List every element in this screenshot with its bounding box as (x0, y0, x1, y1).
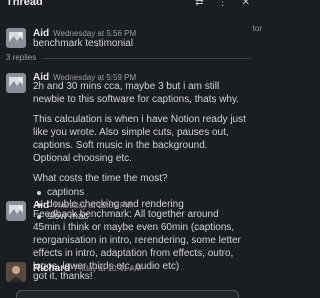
replies-divider: 3 replies (0, 53, 256, 63)
avatar[interactable] (6, 28, 26, 48)
message-paragraph: What costs the time the most? (33, 173, 168, 184)
close-icon[interactable]: ✕ (242, 0, 250, 8)
avatar[interactable] (6, 262, 26, 282)
clipped-edge-text: tor (252, 24, 262, 33)
message-paragraph: 2h and 30 mins cca, maybe 3 but i am sti… (33, 81, 240, 105)
message-paragraph: This calculation is when i have Notion r… (33, 114, 246, 164)
more-options-icon[interactable]: ⋮ (218, 0, 228, 8)
header-actions: ⇄ ⋮ ✕ (195, 0, 250, 8)
avatar[interactable] (6, 73, 26, 93)
message-body: got it, thanks! (33, 270, 247, 283)
message-body: benchmark testimonial (33, 37, 247, 50)
message-text: got it, thanks! (33, 271, 93, 282)
thread-header: Thread ⇄ ⋮ ✕ (0, 0, 256, 14)
reply-composer[interactable] (16, 290, 239, 298)
divider-line (42, 58, 250, 59)
message-text: benchmark testimonial (33, 38, 134, 49)
filter-icon[interactable]: ⇄ (195, 0, 203, 8)
thread-title: Thread (6, 0, 43, 8)
replies-count: 3 replies (6, 53, 37, 62)
avatar[interactable] (6, 201, 26, 221)
